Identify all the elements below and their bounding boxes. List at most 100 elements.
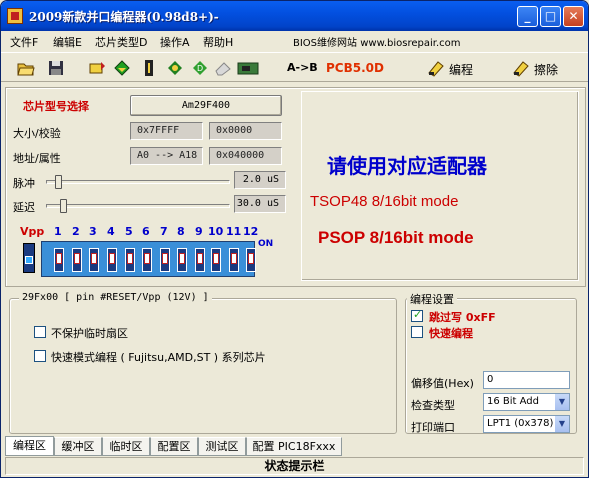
pcb-version-label: PCB5.0D — [326, 61, 384, 75]
pin-number: 5 — [125, 225, 133, 238]
app-icon[interactable] — [7, 8, 23, 24]
save-disk-icon[interactable] — [47, 59, 65, 77]
options-group — [9, 298, 397, 434]
pin-number: 8 — [177, 225, 185, 238]
program-icon — [428, 61, 444, 77]
tab-5[interactable]: 配置 PIC18Fxxx — [246, 437, 342, 456]
tab-0[interactable]: 编程区 — [5, 436, 54, 456]
board-icon[interactable] — [237, 59, 259, 77]
chip-select-label: 芯片型号选择 — [23, 100, 89, 113]
dip-switch[interactable] — [211, 248, 221, 272]
delay-value: 30.0 uS — [234, 195, 286, 213]
chevron-down-icon[interactable]: ▼ — [554, 416, 569, 432]
fast-mode-checkbox[interactable] — [34, 350, 46, 362]
dip-switch[interactable] — [107, 248, 117, 272]
fast-program-label: 快速编程 — [429, 327, 473, 340]
dip-switch[interactable] — [195, 248, 205, 272]
dip-switch[interactable] — [160, 248, 170, 272]
pin-number: 9 — [195, 225, 203, 238]
chip-model-button[interactable]: Am29F400 — [130, 95, 282, 116]
tab-4[interactable]: 测试区 — [198, 437, 246, 456]
vpp-switch[interactable] — [23, 243, 35, 273]
pulse-slider-track[interactable] — [46, 180, 230, 184]
program-button[interactable]: 编程 — [449, 61, 473, 78]
menu-operate[interactable]: 操作A — [160, 34, 190, 50]
offset-input[interactable]: 0 — [483, 371, 570, 389]
dip-switch[interactable] — [142, 248, 152, 272]
dip-switch[interactable] — [125, 248, 135, 272]
on-label: ON — [258, 239, 274, 249]
delay-label: 延迟 — [13, 201, 35, 214]
erase-small-icon[interactable] — [214, 59, 232, 77]
attribute-value: 0x040000 — [209, 147, 282, 165]
window-title: 2009新款并口编程器(0.98d8+)- — [29, 10, 219, 24]
dip-switch[interactable] — [177, 248, 187, 272]
tab-2[interactable]: 临时区 — [102, 437, 150, 456]
unprotect-checkbox[interactable] — [34, 326, 46, 338]
pin-number: 4 — [107, 225, 115, 238]
toolbar: D A->B PCB5.0D 编程 擦除 — [1, 52, 588, 82]
menu-help[interactable]: 帮助H — [203, 34, 233, 50]
skip-ff-checkbox[interactable] — [411, 308, 423, 322]
options-group-title: 29Fx00 [ pin #RESET/Vpp (12V) ] — [19, 292, 212, 303]
addr-attr-label: 地址/属性 — [13, 152, 61, 165]
compare-icon[interactable]: D — [191, 59, 209, 77]
port-select[interactable]: LPT1 (0x378) ▼ — [483, 415, 570, 433]
adapter-panel: 请使用对应适配器 TSOP48 8/16bit mode PSOP 8/16bi… — [301, 91, 579, 281]
dip-switch-block — [41, 241, 256, 277]
pin-number: 6 — [142, 225, 150, 238]
menu-chip-type[interactable]: 芯片类型D — [95, 34, 147, 50]
pulse-slider-thumb[interactable] — [54, 175, 62, 189]
pin-number: 10 — [208, 225, 224, 238]
dip-switch[interactable] — [72, 248, 82, 272]
title-bar[interactable]: 2009新款并口编程器(0.98d8+)- _ □ ✕ — [1, 1, 588, 31]
port-label: 打印端口 — [411, 421, 455, 434]
chip-info-icon[interactable] — [166, 59, 184, 77]
chevron-down-icon[interactable]: ▼ — [554, 394, 569, 410]
menu-file[interactable]: 文件F — [10, 34, 38, 50]
port-value: LPT1 (0x378) — [487, 418, 554, 429]
pin-number: 3 — [89, 225, 97, 238]
pin-number: 12 — [243, 225, 259, 238]
open-folder-icon[interactable] — [17, 59, 35, 77]
adapter-mode-tsop: TSOP48 8/16bit mode — [310, 193, 459, 210]
pin-number: 2 — [72, 225, 80, 238]
address-range-value: A0 --> A18 — [130, 147, 203, 165]
vpp-label: Vpp — [20, 225, 45, 238]
pin-number: 11 — [226, 225, 242, 238]
maximize-button[interactable]: □ — [540, 6, 561, 27]
dip-switch[interactable] — [54, 248, 64, 272]
dip-switch[interactable] — [89, 248, 99, 272]
check-type-value: 16 Bit Add — [487, 396, 540, 407]
menu-bar: 文件F 编辑E 芯片类型D 操作A 帮助H BIOS维修网站 www.biosr… — [1, 31, 588, 51]
size-checksum-label: 大小/校验 — [13, 127, 61, 140]
delay-slider-track[interactable] — [46, 204, 230, 208]
a-to-b-button[interactable]: A->B — [287, 61, 318, 74]
main-window: 2009新款并口编程器(0.98d8+)- _ □ ✕ 文件F 编辑E 芯片类型… — [0, 0, 589, 478]
skip-ff-label: 跳过写 0xFF — [429, 311, 496, 324]
checksum-value: 0x0000 — [209, 122, 282, 140]
delay-slider-thumb[interactable] — [60, 199, 68, 213]
fast-program-checkbox[interactable] — [411, 326, 423, 338]
menu-edit[interactable]: 编辑E — [53, 34, 82, 50]
prog-settings-title: 编程设置 — [407, 291, 457, 307]
dip-switch[interactable] — [246, 248, 256, 272]
tab-1[interactable]: 缓冲区 — [54, 437, 102, 456]
erase-icon — [513, 61, 529, 77]
tab-3[interactable]: 配置区 — [150, 437, 198, 456]
dip-switch[interactable] — [229, 248, 239, 272]
erase-button[interactable]: 擦除 — [534, 61, 558, 78]
read-chip-icon[interactable] — [89, 59, 107, 77]
status-bar: 状态提示栏 — [5, 457, 584, 475]
unprotect-label: 不保护临时扇区 — [51, 327, 128, 340]
menu-bios-site[interactable]: BIOS维修网站 www.biosrepair.com — [293, 34, 461, 49]
pin-number: 1 — [54, 225, 62, 238]
minimize-button[interactable]: _ — [517, 6, 538, 27]
fast-mode-label: 快速模式编程 ( Fujitsu,AMD,ST ) 系列芯片 — [51, 351, 266, 364]
verify-chip-icon[interactable] — [113, 59, 131, 77]
check-type-select[interactable]: 16 Bit Add ▼ — [483, 393, 570, 411]
close-button[interactable]: ✕ — [563, 6, 584, 27]
offset-label: 偏移值(Hex) — [411, 377, 474, 390]
check-type-label: 检查类型 — [411, 399, 455, 412]
blank-check-icon[interactable] — [141, 59, 159, 77]
